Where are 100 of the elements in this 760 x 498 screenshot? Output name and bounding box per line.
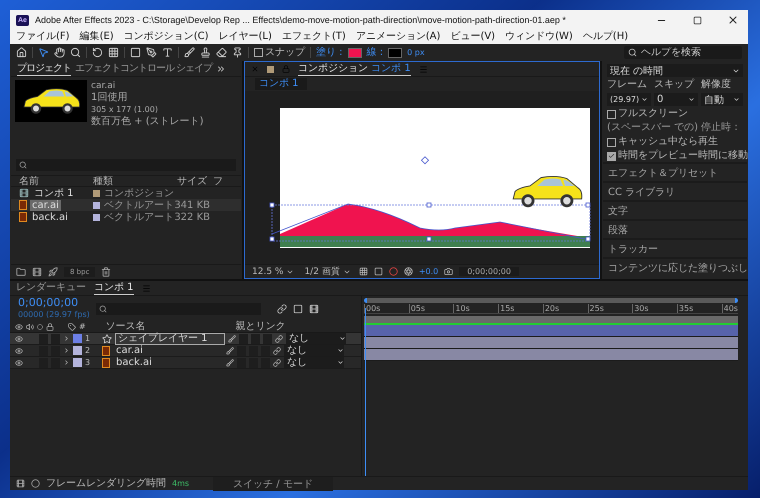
column-header[interactable]: サイズ	[177, 176, 213, 187]
switch-mode-button[interactable]: スイッチ / モード	[213, 476, 333, 490]
eraser-icon[interactable]	[216, 47, 227, 58]
resolution-dropdown[interactable]: 自動	[701, 93, 743, 106]
zoom-icon[interactable]	[70, 47, 81, 58]
column-header[interactable]: 名前	[19, 176, 93, 187]
layer-name[interactable]: シェイプレイヤー 1	[115, 332, 225, 344]
range-bar[interactable]	[364, 316, 738, 325]
layer-name[interactable]: back.ai	[113, 356, 223, 368]
quality-dropdown[interactable]: 1/2 画質	[302, 265, 353, 278]
fill-swatch[interactable]	[348, 48, 362, 58]
maximize-icon[interactable]	[692, 16, 702, 24]
grid-icon[interactable]	[358, 267, 368, 276]
menu-item[interactable]: アニメーション(A)	[354, 31, 442, 43]
current-time[interactable]: 0;00;00;00	[18, 296, 90, 308]
menu-item[interactable]: コンポジション(C)	[122, 31, 210, 43]
project-item[interactable]: コンポ 1 コンポジション	[11, 187, 241, 199]
menu-item[interactable]: ファイル(F)	[14, 31, 72, 43]
more-icon[interactable]	[216, 64, 226, 74]
project-item[interactable]: car.ai ベクトルアート 341 KB	[11, 199, 241, 211]
panel-tab[interactable]: コンポ 1	[94, 282, 134, 294]
rectangle-icon[interactable]	[130, 47, 141, 58]
parent-dropdown[interactable]: なし	[284, 357, 344, 368]
exposure-value[interactable]: +0.0	[418, 266, 438, 278]
panel-tab[interactable]: プロジェクト	[17, 62, 71, 76]
panel-tab[interactable]: レンダーキュー	[16, 282, 86, 294]
menu-item[interactable]: ウィンドウ(W)	[503, 31, 575, 43]
frame-icon[interactable]	[292, 304, 303, 314]
switch-icon[interactable]	[226, 358, 234, 366]
panel-section[interactable]: エフェクト＆プリセット	[603, 162, 747, 181]
timecode-field[interactable]: 0;00;00;00	[459, 267, 519, 276]
composition-icon[interactable]	[16, 479, 25, 488]
parent-dropdown[interactable]: なし	[286, 333, 346, 344]
layer-row[interactable]: 1 シェイプレイヤー 1 なし	[10, 333, 361, 345]
link-icon[interactable]	[276, 304, 287, 314]
lock-icon[interactable]	[46, 322, 54, 330]
parent-dropdown[interactable]: なし	[284, 345, 344, 356]
label-swatch[interactable]	[73, 334, 82, 343]
column-header[interactable]: 種類	[93, 176, 177, 187]
stamp-icon[interactable]	[200, 47, 211, 58]
trash-icon[interactable]	[101, 266, 112, 276]
panel-section[interactable]: CC ライブラリ	[603, 181, 747, 200]
stroke-swatch[interactable]	[388, 48, 402, 58]
brush-icon[interactable]	[184, 47, 195, 58]
layer-bar[interactable]	[364, 325, 738, 337]
frame-rate-dropdown[interactable]: (29.97)	[607, 93, 651, 106]
panel-section[interactable]: トラッカー	[603, 238, 747, 257]
folder-icon[interactable]	[16, 266, 26, 276]
parent-pick-icon[interactable]	[275, 334, 283, 342]
camera-icon[interactable]	[444, 267, 454, 276]
column-header[interactable]: フ	[213, 176, 241, 187]
checkbox[interactable]	[607, 152, 616, 160]
switch-icon[interactable]	[228, 334, 236, 342]
audio-icon[interactable]	[26, 322, 34, 330]
label-swatch[interactable]	[73, 358, 82, 367]
anchor-point[interactable]	[420, 156, 430, 164]
pin-icon[interactable]	[232, 47, 243, 58]
stroke-width[interactable]: 0 px	[407, 46, 425, 58]
eye-icon[interactable]	[15, 346, 23, 354]
project-item[interactable]: back.ai ベクトルアート 322 KB	[11, 211, 241, 223]
checkbox[interactable]	[607, 110, 616, 118]
zoom-dropdown[interactable]: 12.5 %	[250, 266, 296, 276]
rocket-icon[interactable]	[48, 266, 58, 276]
breadcrumb-tab[interactable]: コンポ 1	[255, 78, 307, 90]
switch-icon[interactable]	[226, 346, 234, 354]
parent-pick-icon[interactable]	[273, 358, 281, 366]
snap-checkbox[interactable]	[254, 48, 263, 57]
home-icon[interactable]	[16, 47, 27, 58]
tag-icon[interactable]	[68, 322, 76, 330]
panel-tab[interactable]: コンポジション コンポ 1	[298, 62, 411, 76]
hand-icon[interactable]	[54, 47, 65, 58]
menu-item[interactable]: レイヤー(L)	[216, 31, 274, 43]
rotate-icon[interactable]	[92, 47, 103, 58]
pointer-icon[interactable]	[38, 47, 49, 58]
close-icon[interactable]	[727, 14, 739, 26]
mask-icon[interactable]	[374, 267, 383, 276]
layer-bar[interactable]	[364, 349, 738, 361]
panel-section[interactable]: 段落	[603, 219, 747, 238]
layer-bar[interactable]	[364, 337, 738, 349]
layer-name[interactable]: car.ai	[113, 344, 223, 356]
layer-row[interactable]: 2 car.ai なし	[10, 345, 361, 357]
layer-icon[interactable]	[31, 479, 40, 488]
skip-dropdown[interactable]: 0	[654, 93, 698, 106]
checkbox[interactable]	[607, 138, 616, 146]
motion-blur-icon[interactable]	[308, 304, 319, 314]
preview-name[interactable]: car.ai	[91, 80, 204, 92]
menu-item[interactable]: ビュー(V)	[448, 31, 498, 43]
channels-icon[interactable]	[388, 267, 398, 276]
panel-section[interactable]: 文字	[603, 200, 747, 219]
eye-icon[interactable]	[15, 322, 23, 330]
parent-pick-icon[interactable]	[273, 346, 281, 354]
panel-tab[interactable]: エフェクトコントロール シェイプ	[75, 62, 212, 76]
layer-row[interactable]: 3 back.ai なし	[10, 357, 361, 369]
solo-icon[interactable]	[37, 324, 43, 330]
layer-search-field[interactable]	[96, 302, 261, 314]
panel-section[interactable]: コンテンツに応じた塗りつぶし	[603, 257, 747, 276]
text-tool-icon[interactable]	[162, 47, 173, 58]
eye-icon[interactable]	[15, 358, 23, 366]
menu-item[interactable]: ヘルプ(H)	[580, 31, 630, 43]
exposure-icon[interactable]	[404, 267, 413, 276]
